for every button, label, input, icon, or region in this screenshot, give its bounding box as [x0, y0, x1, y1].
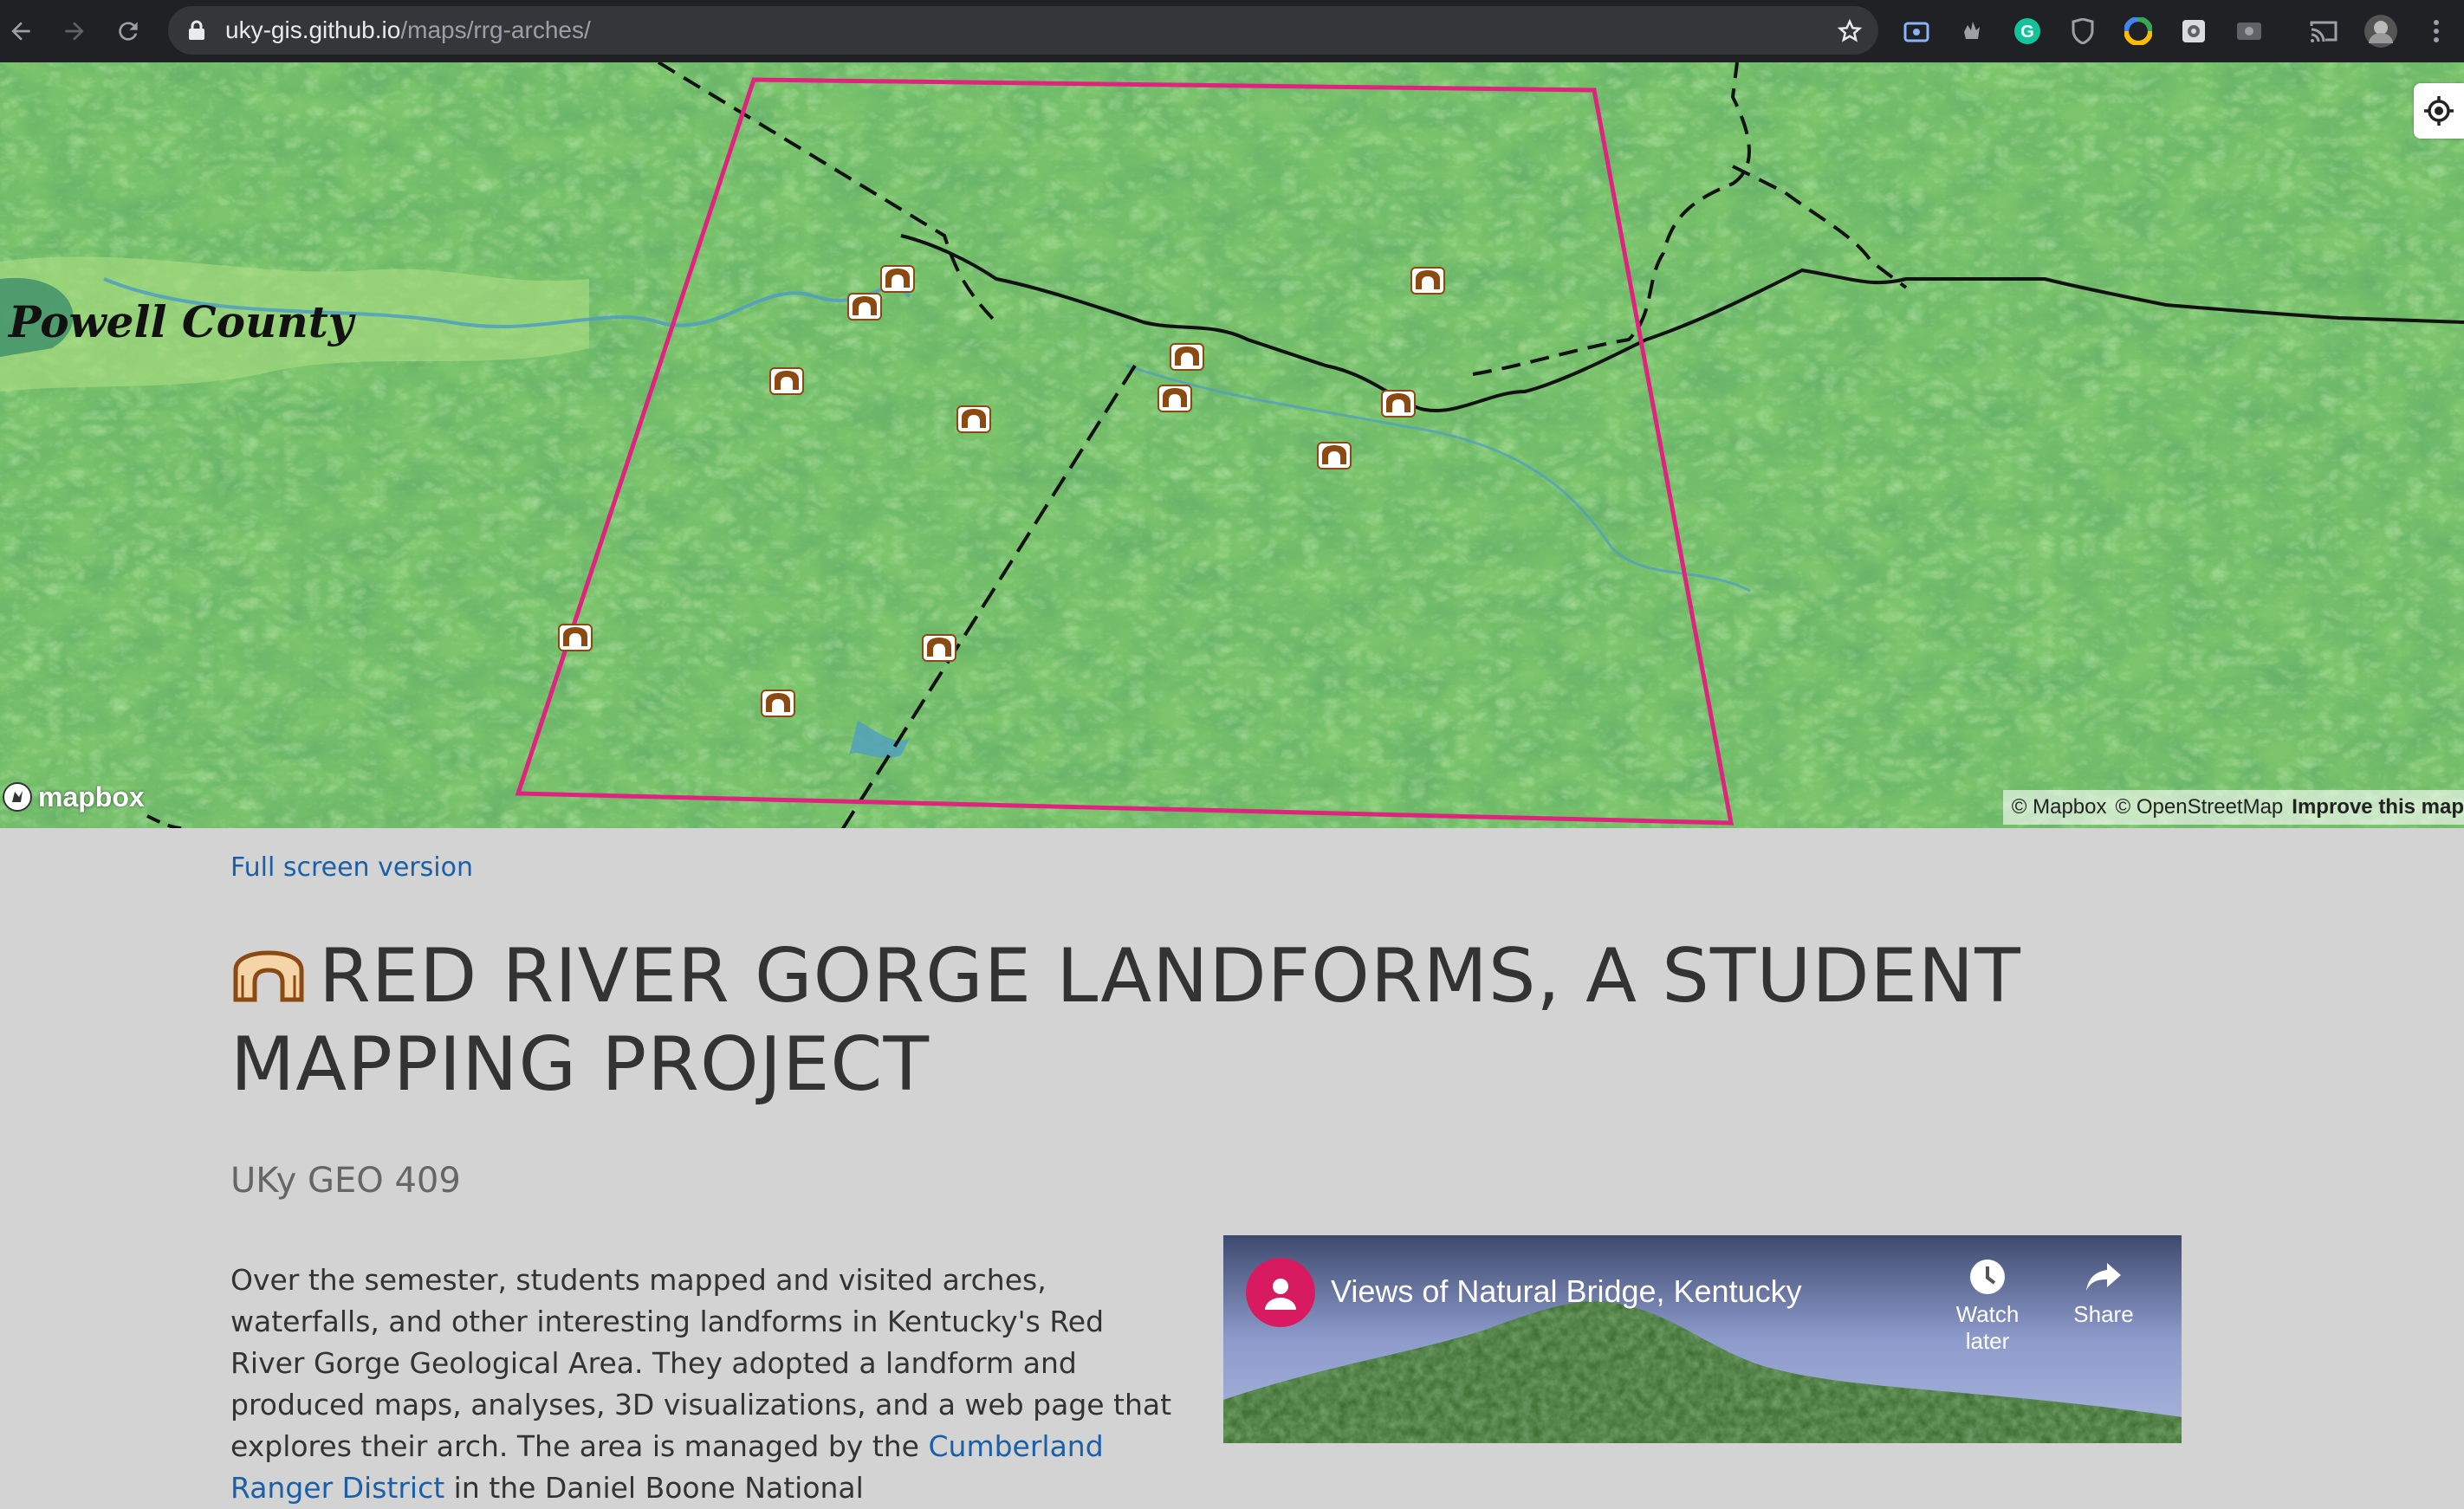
- url-path: /maps/rrg-arches/: [400, 16, 591, 43]
- page-title-text: RED RIVER GORGE LANDFORMS, A STUDENT MAP…: [230, 933, 2021, 1108]
- crosshair-icon: [2424, 96, 2454, 126]
- extension-grammarly-icon[interactable]: G: [2008, 12, 2046, 50]
- map-attribution: © Mapbox © OpenStreetMap Improve this ma…: [2002, 790, 2464, 825]
- arch-marker[interactable]: [1157, 385, 1192, 412]
- extension-video-icon[interactable]: [2230, 12, 2268, 50]
- reload-icon[interactable]: [107, 10, 149, 52]
- arch-marker[interactable]: [761, 690, 795, 717]
- back-arrow-icon[interactable]: [0, 10, 42, 52]
- page-title: RED RIVER GORGE LANDFORMS, A STUDENT MAP…: [230, 932, 2223, 1109]
- cast-icon[interactable]: [2305, 12, 2343, 50]
- browser-menu-icon[interactable]: [2417, 12, 2455, 50]
- mapbox-attribution-link[interactable]: © Mapbox: [2012, 795, 2107, 819]
- extension-shield-icon[interactable]: [2064, 12, 2102, 50]
- watch-later-label: Watch later: [1955, 1301, 2020, 1354]
- improve-map-link[interactable]: Improve this map: [2292, 795, 2464, 819]
- video-title[interactable]: Views of Natural Bridge, Kentucky: [1331, 1273, 1802, 1310]
- arch-marker[interactable]: [769, 367, 804, 395]
- mapbox-logo-text: mapbox: [38, 780, 145, 813]
- mapbox-logo-icon: [3, 782, 32, 812]
- extension-color-wheel-icon[interactable]: [2119, 12, 2157, 50]
- url-text: uky-gis.github.io/maps/rrg-arches/: [225, 6, 591, 55]
- intro-text-3: in the Daniel Boone National: [444, 1471, 864, 1505]
- watch-later-button[interactable]: Watch later: [1936, 1258, 2039, 1355]
- forward-arrow-icon[interactable]: [54, 10, 95, 52]
- share-label: Share: [2073, 1301, 2134, 1327]
- arch-marker[interactable]: [1170, 343, 1204, 371]
- arch-marker[interactable]: [1317, 442, 1352, 470]
- lock-icon: [189, 20, 204, 40]
- fullscreen-link[interactable]: Full screen version: [230, 852, 473, 883]
- channel-avatar[interactable]: [1246, 1258, 1315, 1327]
- arch-marker[interactable]: [880, 265, 915, 293]
- browser-toolbar: uky-gis.github.io/maps/rrg-arches/ G: [0, 0, 2464, 62]
- arch-icon: [233, 950, 304, 1002]
- extension-camera-icon[interactable]: [2175, 12, 2213, 50]
- address-bar[interactable]: uky-gis.github.io/maps/rrg-arches/: [168, 6, 1878, 55]
- intro-paragraph: Over the semester, students mapped and v…: [230, 1260, 1175, 1509]
- arch-marker[interactable]: [1410, 267, 1445, 295]
- share-arrow-icon: [2086, 1263, 2121, 1291]
- extension-hand-icon[interactable]: [1953, 12, 1991, 50]
- share-button[interactable]: Share: [2052, 1258, 2156, 1328]
- map-canvas[interactable]: Powell County mapbox © Mapbox © OpenStre…: [0, 62, 2464, 828]
- mapbox-logo[interactable]: mapbox: [2, 778, 145, 816]
- intro-text-2: managed by the: [684, 1429, 929, 1463]
- bookmark-star-icon[interactable]: [1837, 18, 1863, 44]
- clock-icon: [1970, 1260, 2005, 1294]
- page-subtitle: UKy GEO 409: [230, 1161, 461, 1201]
- arch-marker[interactable]: [558, 624, 593, 651]
- geolocate-button[interactable]: [2414, 83, 2464, 139]
- svg-text:G: G: [2020, 23, 2034, 42]
- arch-marker[interactable]: [922, 634, 956, 662]
- arch-marker[interactable]: [847, 293, 882, 321]
- extension-screenshot-icon[interactable]: [1897, 12, 1936, 50]
- arch-marker[interactable]: [956, 405, 991, 433]
- osm-attribution-link[interactable]: © OpenStreetMap: [2116, 795, 2284, 819]
- arch-markers-layer: [558, 265, 1445, 717]
- video-embed[interactable]: Views of Natural Bridge, Kentucky Watch …: [1223, 1235, 2182, 1443]
- arch-marker[interactable]: [1381, 390, 1416, 418]
- county-label: Powell County: [9, 296, 353, 347]
- profile-avatar[interactable]: [2362, 12, 2400, 50]
- url-host: uky-gis.github.io: [225, 16, 401, 43]
